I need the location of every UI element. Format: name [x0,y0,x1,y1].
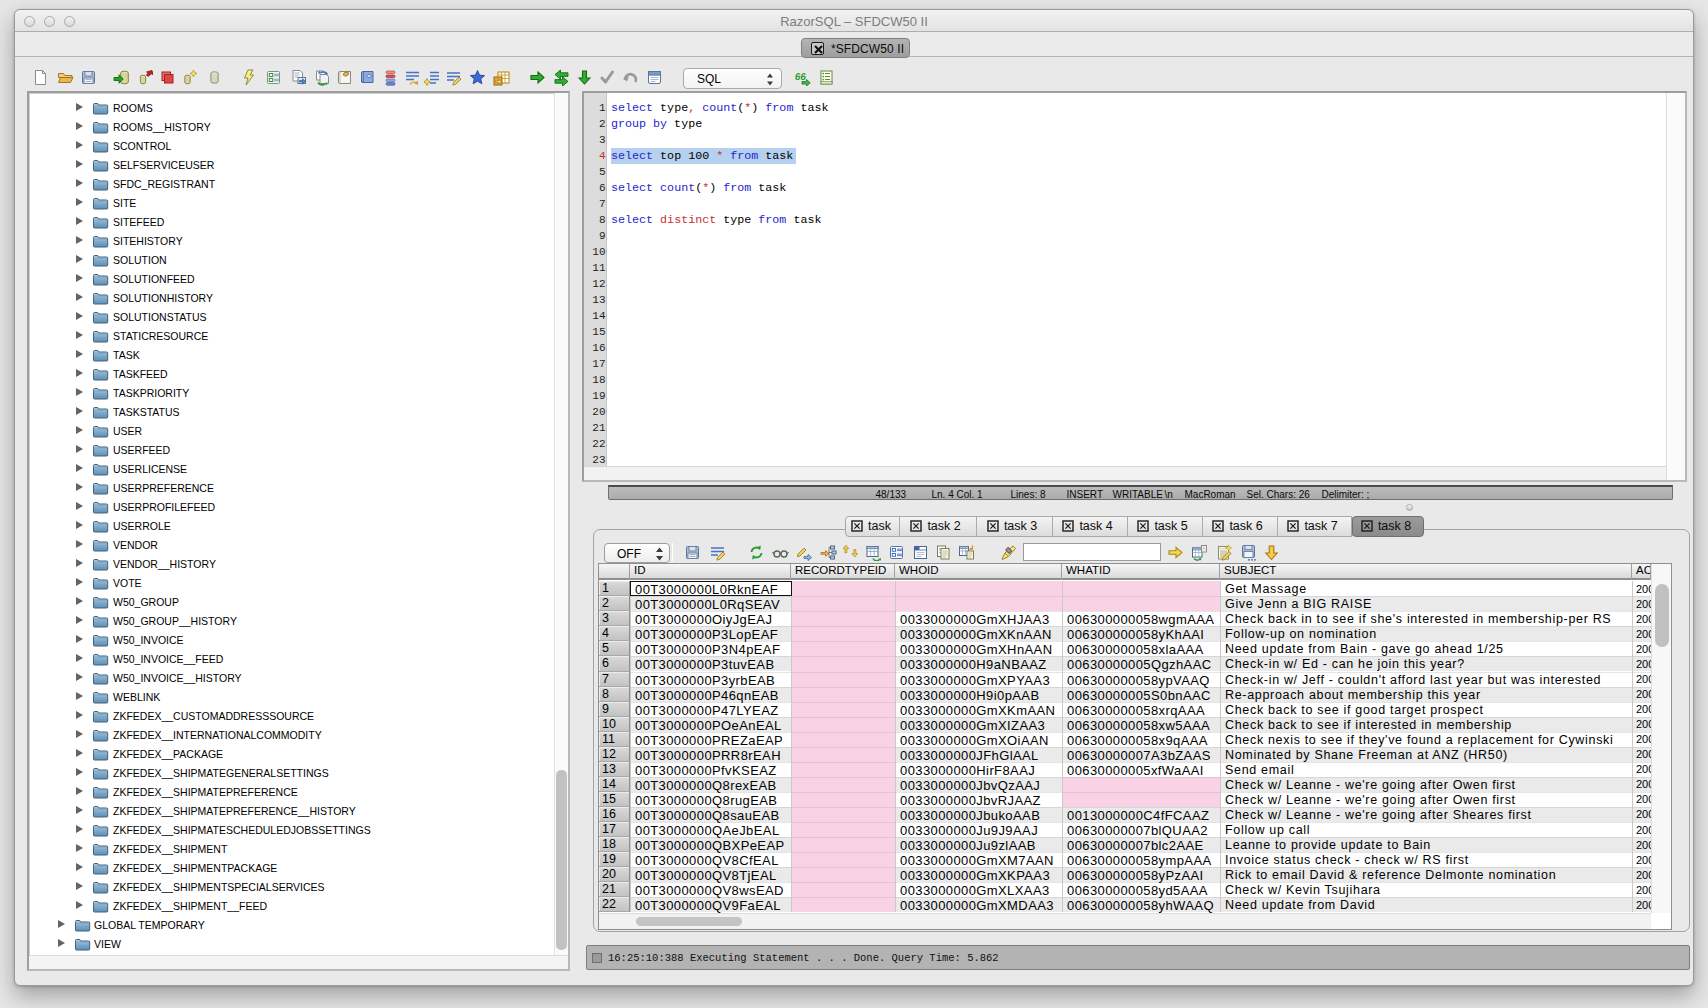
svg-text:66: 66 [795,71,807,82]
